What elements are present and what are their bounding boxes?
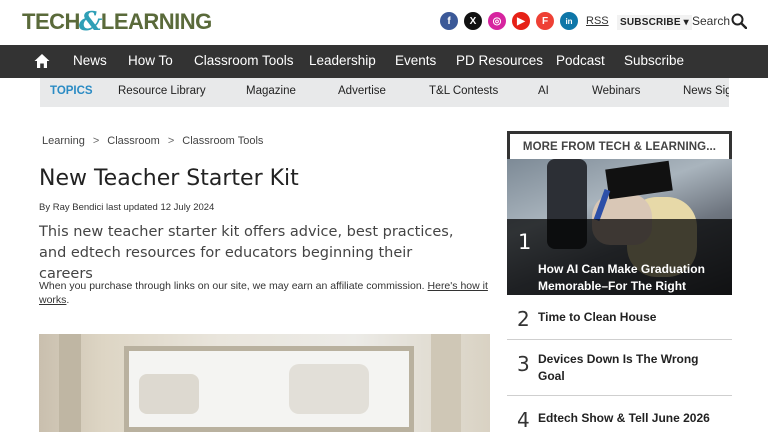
search-icon[interactable]: [731, 13, 747, 29]
affiliate-text: When you purchase through links on our s…: [39, 280, 425, 292]
rss-link[interactable]: RSS: [586, 15, 609, 27]
article-subtitle: This new teacher starter kit offers advi…: [39, 224, 454, 282]
instagram-icon[interactable]: ◎: [488, 12, 506, 30]
affiliate-disclosure: When you purchase through links on our s…: [39, 279, 489, 307]
breadcrumb-separator: >: [92, 135, 100, 147]
topic-resource-library[interactable]: Resource Library: [118, 85, 206, 97]
main-navigation: News How To Classroom Tools Leadership E…: [0, 45, 768, 78]
topic-tl-contests[interactable]: T&L Contests: [429, 85, 498, 97]
sidebar-item-number: 4: [517, 408, 530, 432]
sidebar-item-number: 3: [517, 352, 530, 376]
topic-webinars[interactable]: Webinars: [592, 85, 640, 97]
topic-magazine[interactable]: Magazine: [246, 85, 296, 97]
sidebar-item-title[interactable]: Time to Clean House: [538, 309, 718, 326]
topic-advertise[interactable]: Advertise: [338, 85, 386, 97]
sidebar-item-title[interactable]: Devices Down Is The Wrong Goal: [538, 351, 718, 384]
x-twitter-icon[interactable]: X: [464, 12, 482, 30]
site-logo[interactable]: TECH & LEARNING: [22, 9, 212, 35]
article-title: New Teacher Starter Kit: [39, 166, 299, 191]
sidebar-heading: MORE FROM TECH & LEARNING...: [507, 131, 732, 159]
flipboard-icon[interactable]: F: [536, 12, 554, 30]
topic-ai[interactable]: AI: [538, 85, 549, 97]
sidebar-list-item[interactable]: 3 Devices Down Is The Wrong Goal: [507, 340, 732, 396]
social-links: f X ◎ ▶ F in RSS: [440, 12, 609, 30]
logo-ampersand: &: [78, 7, 102, 37]
topics-label: TOPICS: [50, 85, 93, 97]
topics-bar: TOPICS Resource Library Magazine Adverti…: [40, 78, 729, 107]
article-byline: By Ray Bendici last updated 12 July 2024: [39, 202, 215, 213]
sidebar-item-title[interactable]: Edtech Show & Tell June 2026: [538, 410, 718, 427]
graduation-cap-image: [605, 160, 673, 200]
topic-news-signup[interactable]: News Sig: [683, 85, 729, 97]
nav-item-pd-resources[interactable]: PD Resources: [456, 53, 543, 68]
nav-item-podcast[interactable]: Podcast: [556, 53, 605, 68]
article-hero-image: [39, 334, 490, 432]
logo-text-learning: LEARNING: [100, 9, 212, 34]
sidebar-featured-item[interactable]: 1 How AI Can Make Graduation Memorable–F…: [507, 159, 732, 295]
breadcrumb-separator: >: [167, 135, 175, 147]
breadcrumb-item-classroom-tools[interactable]: Classroom Tools: [182, 135, 263, 147]
nav-item-how-to[interactable]: How To: [128, 53, 173, 68]
nav-item-events[interactable]: Events: [395, 53, 436, 68]
breadcrumb: Learning > Classroom > Classroom Tools: [42, 135, 263, 147]
site-header: TECH & LEARNING f X ◎ ▶ F in RSS SUBSCRIBE…: [0, 0, 768, 45]
breadcrumb-item-classroom[interactable]: Classroom: [107, 135, 160, 147]
home-icon[interactable]: [34, 53, 50, 69]
affiliate-end: .: [66, 294, 70, 306]
sidebar-item-number: 2: [517, 307, 530, 331]
youtube-icon[interactable]: ▶: [512, 12, 530, 30]
facebook-icon[interactable]: f: [440, 12, 458, 30]
logo-text-tech: TECH: [22, 9, 80, 34]
nav-item-subscribe[interactable]: Subscribe: [624, 53, 684, 68]
breadcrumb-item-learning[interactable]: Learning: [42, 135, 85, 147]
search-label[interactable]: Search: [692, 14, 730, 28]
more-from-sidebar: MORE FROM TECH & LEARNING... 1 How AI Ca…: [507, 131, 732, 432]
linkedin-icon[interactable]: in: [560, 12, 578, 30]
nav-item-classroom-tools[interactable]: Classroom Tools: [194, 53, 294, 68]
nav-item-leadership[interactable]: Leadership: [309, 53, 376, 68]
subscribe-dropdown[interactable]: SUBSCRIBE ▾: [617, 15, 692, 30]
sidebar-list-item[interactable]: 2 Time to Clean House: [507, 295, 732, 340]
nav-item-news[interactable]: News: [73, 53, 107, 68]
sidebar-list-item[interactable]: 4 Edtech Show & Tell June 2026: [507, 396, 732, 432]
sidebar-item-number: 1: [518, 230, 532, 254]
sidebar-item-title[interactable]: How AI Can Make Graduation Memorable–For…: [538, 261, 718, 295]
